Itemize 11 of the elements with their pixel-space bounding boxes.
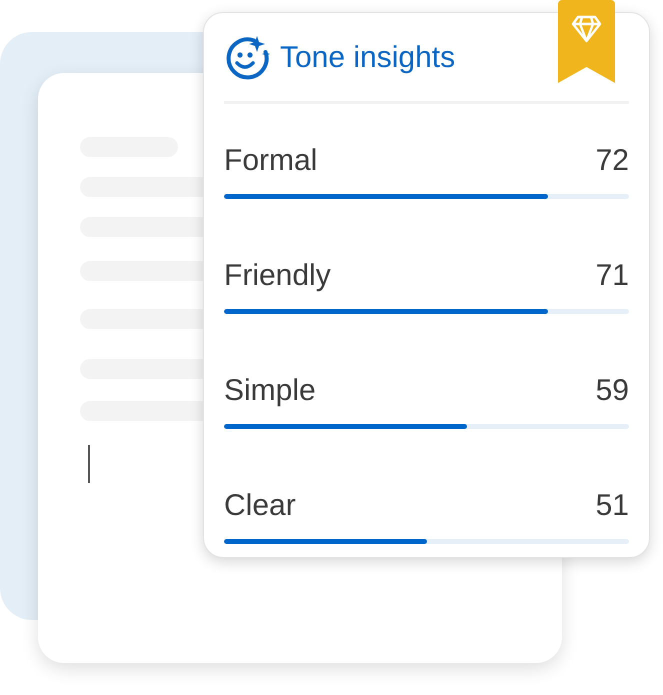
tone-score: 51 [596, 489, 629, 523]
tone-score: 72 [596, 144, 629, 178]
tone-label: Friendly [224, 259, 331, 293]
panel-title: Tone insights [280, 41, 456, 75]
smiley-sparkle-icon [224, 34, 272, 82]
tone-score: 59 [596, 374, 629, 408]
tone-label: Clear [224, 489, 296, 523]
tone-label: Formal [224, 144, 318, 178]
tone-label: Simple [224, 374, 316, 408]
text-cursor [88, 445, 90, 483]
tone-score: 71 [596, 259, 629, 293]
